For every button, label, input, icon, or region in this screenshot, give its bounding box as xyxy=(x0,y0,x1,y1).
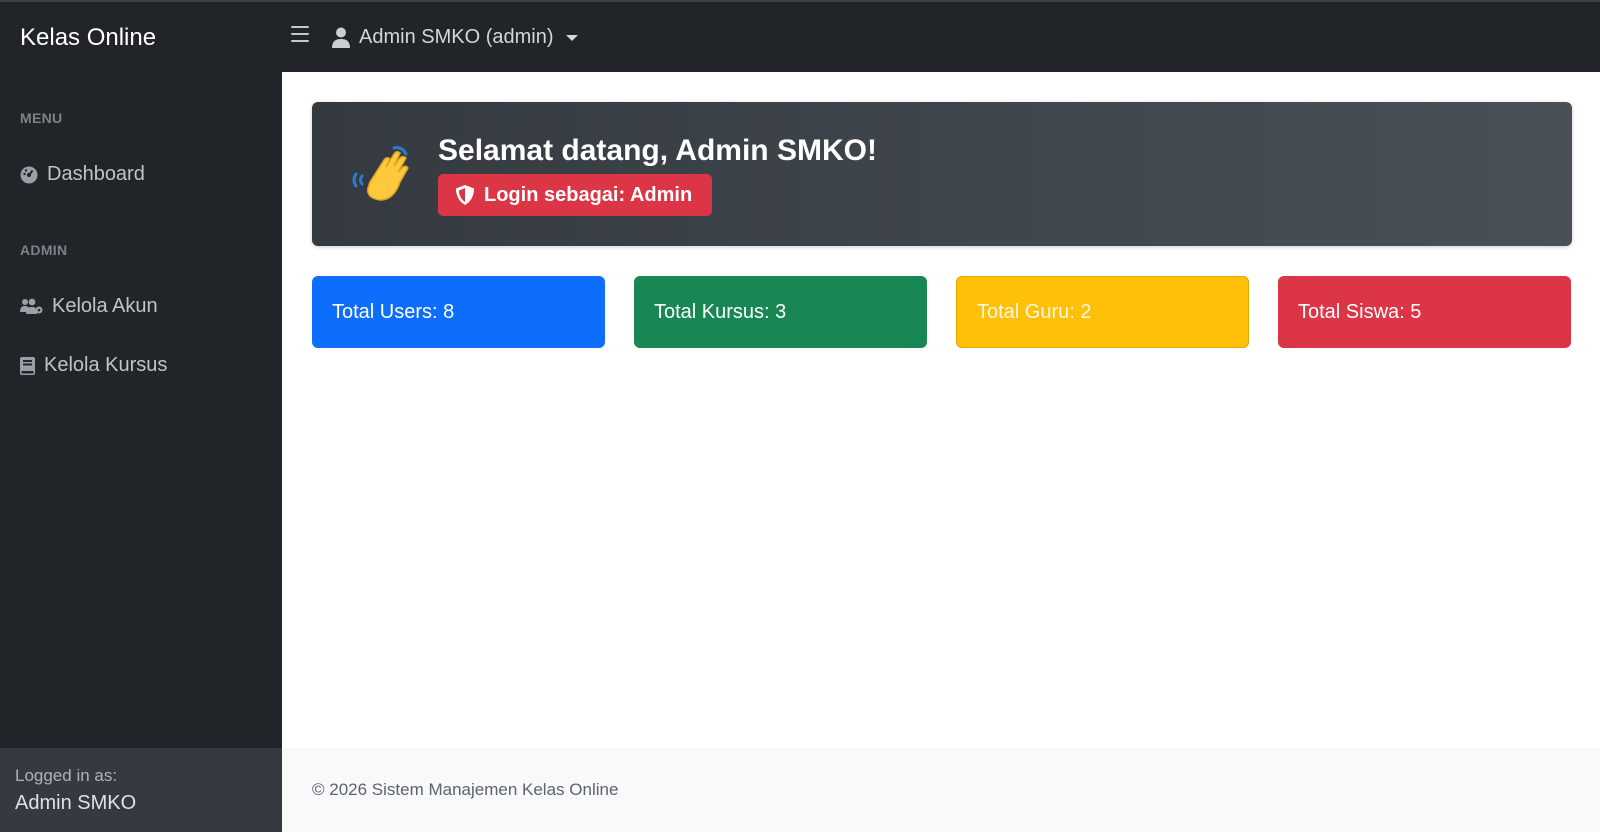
menu-icon-line xyxy=(291,40,309,42)
sidebar: MENU Dashboard ADMIN Kelola Akun Kelola … xyxy=(0,72,282,748)
stat-label: Total Siswa: 5 xyxy=(1298,300,1422,323)
brand-title[interactable]: Kelas Online xyxy=(20,24,156,52)
welcome-banner: Selamat datang, Admin SMKO! Login sebaga… xyxy=(312,102,1572,246)
sidebar-toggle-button[interactable] xyxy=(291,26,309,44)
sidebar-item-label: Dashboard xyxy=(47,163,145,185)
logged-in-label: Logged in as: xyxy=(15,766,118,785)
sidebar-item-label: Kelola Kursus xyxy=(44,354,168,376)
page-footer: © 2026 Sistem Manajemen Kelas Online xyxy=(282,748,1600,832)
sidebar-heading-admin: ADMIN xyxy=(20,242,68,258)
sidebar-item-kelola-akun[interactable]: Kelola Akun xyxy=(20,295,158,318)
stat-card-total-siswa: Total Siswa: 5 xyxy=(1278,276,1571,348)
menu-icon-line xyxy=(291,33,309,35)
menu-icon-line xyxy=(291,26,309,28)
sidebar-item-kelola-kursus[interactable]: Kelola Kursus xyxy=(20,354,167,377)
dashboard-gauge-icon xyxy=(20,166,38,183)
stat-card-total-guru: Total Guru: 2 xyxy=(956,276,1249,348)
stat-card-total-kursus: Total Kursus: 3 xyxy=(634,276,927,348)
users-cog-icon xyxy=(20,298,43,314)
top-navbar: Kelas Online Admin SMKO (admin) xyxy=(0,0,1600,72)
stat-label: Total Guru: 2 xyxy=(977,300,1092,323)
user-dropdown[interactable]: Admin SMKO (admin) xyxy=(332,26,578,49)
role-badge-label: Login sebagai: Admin xyxy=(484,183,693,206)
footer-copyright: © 2026 Sistem Manajemen Kelas Online xyxy=(312,780,619,799)
sidebar-item-dashboard[interactable]: Dashboard xyxy=(20,163,145,186)
book-icon xyxy=(20,356,35,375)
stat-label: Total Kursus: 3 xyxy=(654,300,787,323)
welcome-title: Selamat datang, Admin SMKO! xyxy=(438,134,877,167)
logged-in-user-name: Admin SMKO xyxy=(15,792,137,814)
sidebar-item-label: Kelola Akun xyxy=(52,295,158,317)
shield-icon xyxy=(456,185,474,205)
sidebar-heading-menu: MENU xyxy=(20,110,63,126)
user-dropdown-label: Admin SMKO (admin) xyxy=(359,26,554,48)
caret-down-icon xyxy=(565,34,578,41)
user-icon xyxy=(332,27,350,48)
role-badge: Login sebagai: Admin xyxy=(438,174,713,216)
stat-card-total-users: Total Users: 8 xyxy=(312,276,605,348)
stat-label: Total Users: 8 xyxy=(332,300,455,323)
sidebar-user-info: Logged in as: Admin SMKO xyxy=(0,748,282,832)
waving-hand-icon xyxy=(352,146,409,201)
